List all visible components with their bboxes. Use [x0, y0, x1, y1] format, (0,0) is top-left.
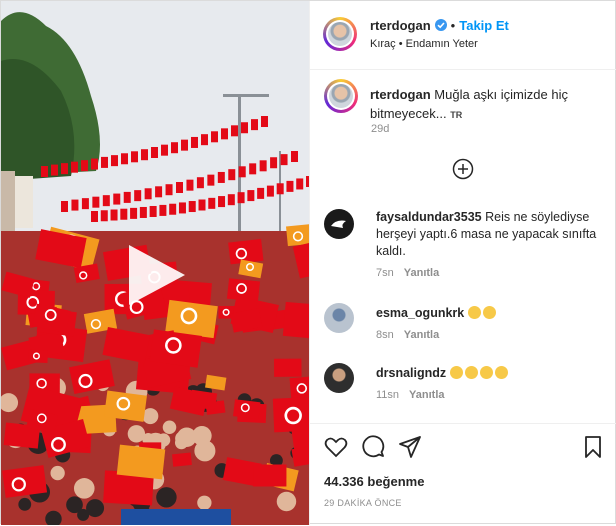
author-username[interactable]: rterdogan [370, 18, 431, 33]
instagram-post: rterdogan • Takip Et Kıraç • Endamın Yeter… [0, 0, 616, 525]
comment-time: 8sn [376, 329, 394, 341]
follow-button[interactable]: Takip Et [459, 18, 509, 33]
caption-username[interactable]: rterdogan [370, 87, 431, 102]
reply-button[interactable]: Yanıtla [409, 389, 444, 401]
star-struck-emoji [467, 306, 498, 320]
reply-button[interactable]: Yanıtla [404, 329, 439, 341]
post-actions: 44.336 beğenme 29 DAKİKA ÖNCE [310, 423, 616, 526]
post-header: rterdogan • Takip Et Kıraç • Endamın Yeter [310, 1, 616, 70]
comment-icon[interactable] [360, 434, 386, 460]
commenter-avatar[interactable] [324, 303, 354, 333]
play-icon[interactable] [129, 245, 185, 305]
audio-track[interactable]: Kıraç • Endamın Yeter [370, 38, 478, 50]
post-details-panel: rterdogan • Takip Et Kıraç • Endamın Yeter… [309, 1, 616, 525]
bookmark-icon[interactable] [580, 434, 606, 460]
comment-username[interactable]: drsnaligndz [376, 366, 446, 380]
author-avatar[interactable] [323, 17, 357, 51]
like-count[interactable]: 44.336 beğenme [324, 474, 424, 489]
add-comment-icon[interactable] [452, 158, 474, 180]
comment-time: 11sn [376, 389, 400, 401]
heart-icon[interactable] [323, 434, 349, 460]
comment-username[interactable]: esma_ogunkrk [376, 306, 464, 320]
caption-avatar[interactable] [324, 79, 358, 113]
comment-username[interactable]: faysaldundar3535 [376, 210, 482, 224]
translate-badge[interactable]: TR [450, 110, 462, 120]
post-video[interactable] [1, 1, 309, 525]
clapping-hands-emoji [449, 366, 510, 380]
commenter-avatar[interactable] [324, 363, 354, 393]
share-icon[interactable] [397, 434, 423, 460]
caption-time: 29d [371, 123, 390, 135]
comment-time: 7sn [376, 267, 394, 279]
commenter-avatar[interactable] [324, 209, 354, 239]
reply-button[interactable]: Yanıtla [404, 267, 439, 279]
verified-icon [434, 19, 447, 31]
separator-dot: • [450, 18, 456, 33]
post-timestamp: 29 DAKİKA ÖNCE [324, 498, 402, 508]
